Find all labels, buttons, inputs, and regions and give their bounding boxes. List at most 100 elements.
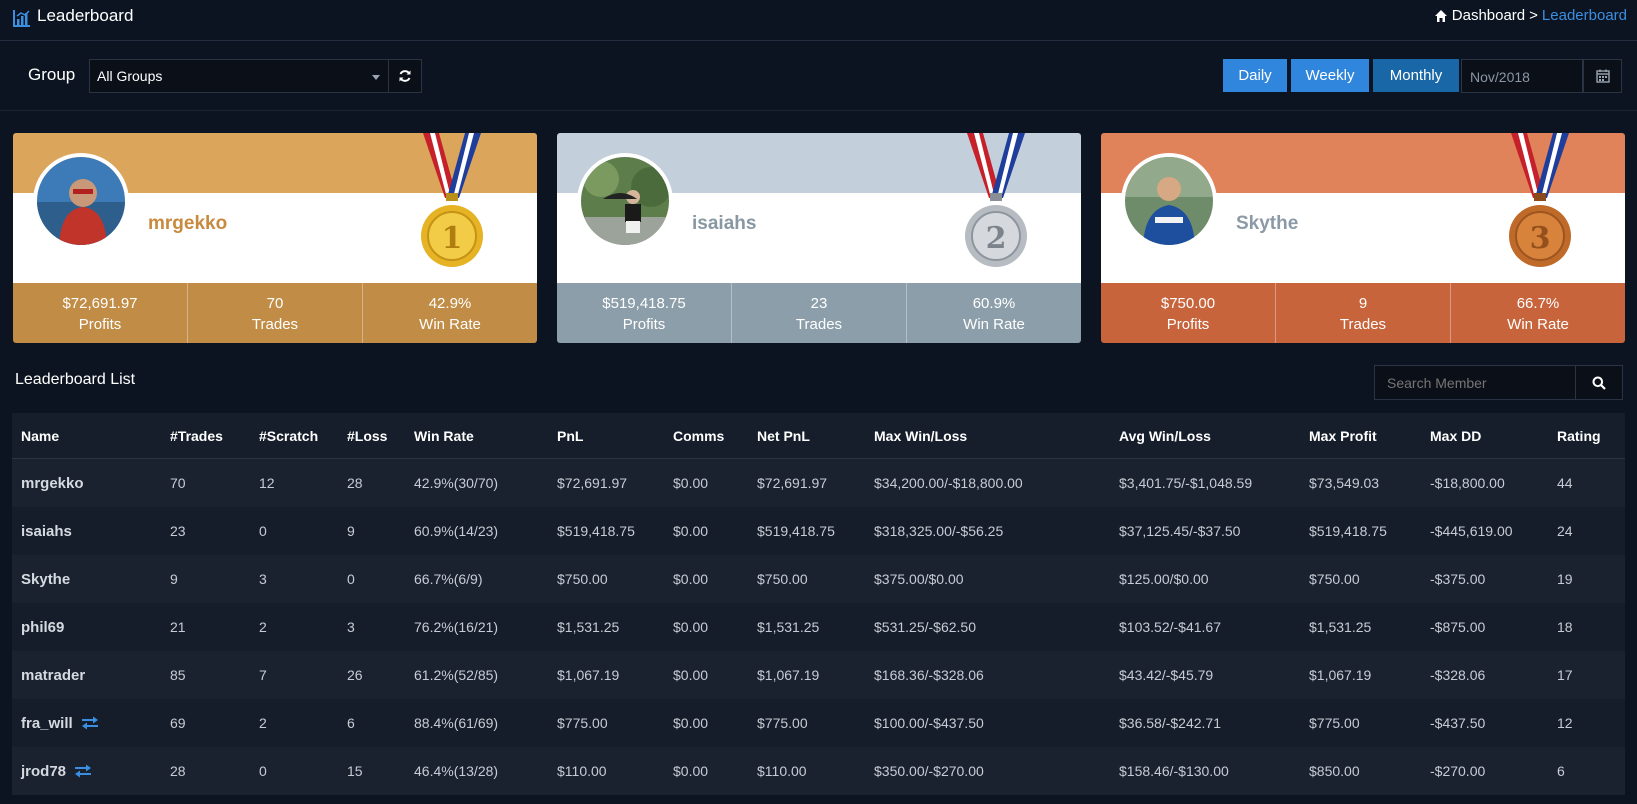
caret-down-icon (372, 75, 380, 80)
cell-value: $775.00 (557, 715, 608, 731)
medal-rank-2: 2 (986, 221, 1007, 256)
table-row[interactable]: Skythe 9 3 0 66.7%(6/9) $750.00 $0.00 $750.00 $3… (12, 555, 1625, 603)
cell-value: $750.00 (557, 571, 608, 587)
cell-value: $0.00 (673, 571, 709, 587)
cell-value: $103.52/-$41.67 (1119, 619, 1221, 635)
cell-value: $375.00/$0.00 (874, 571, 964, 587)
cell-value: $750.00 (757, 571, 808, 587)
cell-pnl: $1,067.19 (557, 651, 619, 699)
trades-label: Trades (251, 316, 299, 333)
cell-net-pnl: $1,067.19 (757, 651, 819, 699)
cell-max-profit: $750.00 (1309, 555, 1360, 603)
cell-value: $110.00 (757, 763, 807, 779)
cell-rating: 44 (1557, 459, 1573, 507)
column-header-trades[interactable]: #Trades (170, 413, 223, 458)
group-select[interactable]: All Groups (89, 59, 389, 93)
cell-pnl: $110.00 (557, 747, 607, 795)
leaderboard-table: Name #Trades #Scratch #Loss Win Rate PnL Comms… (12, 413, 1625, 795)
column-header-max-win-loss[interactable]: Max Win/Loss (874, 413, 967, 458)
card-stats: $519,418.75 Profits 23 Trades 60.9% Win … (557, 283, 1081, 343)
search-member-input[interactable] (1374, 365, 1576, 400)
medal-rank-3: 3 (1530, 221, 1551, 256)
table-row[interactable]: isaiahs 23 0 9 60.9%(14/23) $519,418.75 $0.00 $… (12, 507, 1625, 555)
win-rate-stat: 42.9% Win Rate (362, 283, 537, 343)
exchange-icon[interactable] (81, 716, 99, 730)
cell-name[interactable]: matrader (21, 651, 85, 699)
cell-scratch: 3 (259, 555, 267, 603)
member-name: phil69 (21, 618, 65, 636)
group-select-value: All Groups (97, 68, 163, 84)
cell-value: 9 (347, 523, 355, 539)
cell-loss: 28 (347, 459, 363, 507)
column-header-avg-win-loss[interactable]: Avg Win/Loss (1119, 413, 1211, 458)
calendar-button[interactable] (1583, 59, 1622, 93)
cell-win-rate: 61.2%(52/85) (414, 651, 498, 699)
column-header-pnl[interactable]: PnL (557, 413, 583, 458)
column-header-max-dd[interactable]: Max DD (1430, 413, 1481, 458)
cell-max-win-loss: $318,325.00/-$56.25 (874, 507, 1003, 555)
podium-username[interactable]: isaiahs (692, 213, 756, 235)
cell-value: $750.00 (1309, 571, 1360, 587)
table-row[interactable]: jrod78 28 0 15 46.4%(13/28) $110.00 $0.00 $110.… (12, 747, 1625, 795)
table-body: mrgekko 70 12 28 42.9%(30/70) $72,691.97 $0.00… (12, 459, 1625, 795)
page-title: Leaderboard (37, 6, 134, 25)
cell-name[interactable]: mrgekko (21, 459, 84, 507)
cell-max-profit: $1,067.19 (1309, 651, 1371, 699)
column-header-loss[interactable]: #Loss (347, 413, 387, 458)
cell-value: $0.00 (673, 667, 709, 683)
cell-pnl: $72,691.97 (557, 459, 627, 507)
cell-name[interactable]: phil69 (21, 603, 64, 651)
cell-win-rate: 88.4%(61/69) (414, 699, 498, 747)
column-header-name[interactable]: Name (21, 413, 59, 458)
cell-value: $168.36/-$328.06 (874, 667, 984, 683)
refresh-button[interactable] (388, 59, 422, 93)
table-row[interactable]: mrgekko 70 12 28 42.9%(30/70) $72,691.97 $0.00… (12, 459, 1625, 507)
cell-value: 42.9%(30/70) (414, 475, 499, 491)
cell-value: 17 (1557, 667, 1573, 683)
cell-value: $350.00/-$270.00 (874, 763, 984, 779)
cell-max-dd: -$375.00 (1430, 555, 1485, 603)
monthly-button[interactable]: Monthly (1373, 59, 1459, 92)
cell-name[interactable]: isaiahs (21, 507, 72, 555)
podium-username[interactable]: mrgekko (148, 213, 227, 235)
cell-value: $318,325.00/-$56.25 (874, 523, 1004, 539)
column-header-rating[interactable]: Rating (1557, 413, 1601, 458)
column-header-comms[interactable]: Comms (673, 413, 724, 458)
cell-name[interactable]: fra_will (21, 699, 99, 747)
search-button[interactable] (1575, 365, 1623, 400)
weekly-button[interactable]: Weekly (1291, 59, 1369, 92)
table-row[interactable]: fra_will 69 2 6 88.4%(61/69) $775.00 $0.00 $775… (12, 699, 1625, 747)
exchange-icon[interactable] (74, 764, 92, 778)
cell-value: -$437.50 (1430, 715, 1486, 731)
cell-loss: 0 (347, 555, 355, 603)
column-header-max-profit[interactable]: Max Profit (1309, 413, 1377, 458)
cell-max-profit: $850.00 (1309, 747, 1360, 795)
cell-value: 2 (259, 619, 267, 635)
cell-value: 2 (259, 715, 267, 731)
member-name: fra_will (21, 714, 73, 732)
breadcrumb-leaderboard[interactable]: Leaderboard (1542, 7, 1627, 24)
column-header-net-pnl[interactable]: Net PnL (757, 413, 810, 458)
cell-name[interactable]: Skythe (21, 555, 70, 603)
cell-scratch: 0 (259, 507, 267, 555)
cell-max-dd: -$445,619.00 (1430, 507, 1513, 555)
cell-value: 61.2%(52/85) (414, 667, 499, 683)
column-header-win-rate[interactable]: Win Rate (414, 413, 474, 458)
podium-username[interactable]: Skythe (1236, 213, 1298, 235)
cell-max-win-loss: $350.00/-$270.00 (874, 747, 984, 795)
cell-avg-win-loss: $3,401.75/-$1,048.59 (1119, 459, 1252, 507)
table-row[interactable]: phil69 21 2 3 76.2%(16/21) $1,531.25 $0.00 $1,5… (12, 603, 1625, 651)
table-row[interactable]: matrader 85 7 26 61.2%(52/85) $1,067.19 $0.00 $… (12, 651, 1625, 699)
daily-button[interactable]: Daily (1223, 59, 1287, 92)
date-input[interactable]: Nov/2018 (1461, 59, 1583, 93)
breadcrumb-dashboard[interactable]: Dashboard (1452, 7, 1525, 24)
card-stats: $750.00 Profits 9 Trades 66.7% Win Rate (1101, 283, 1625, 343)
cell-value: $37,125.45/-$37.50 (1119, 523, 1241, 539)
cell-name[interactable]: jrod78 (21, 747, 92, 795)
cell-value: -$270.00 (1430, 763, 1486, 779)
cell-net-pnl: $519,418.75 (757, 507, 835, 555)
trades-value: 70 (266, 295, 284, 312)
column-header-scratch[interactable]: #Scratch (259, 413, 318, 458)
cell-value: $72,691.97 (757, 475, 828, 491)
cell-win-rate: 42.9%(30/70) (414, 459, 498, 507)
